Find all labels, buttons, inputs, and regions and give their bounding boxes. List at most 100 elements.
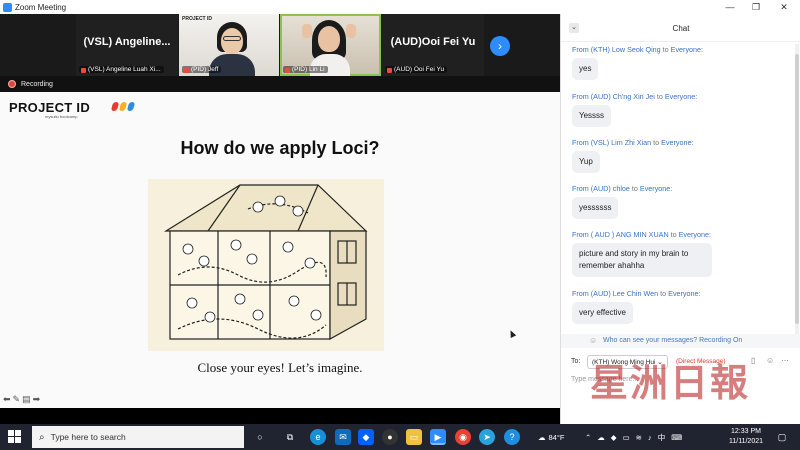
chat-title: Chat xyxy=(672,24,690,33)
shared-screen: PROJECT ID mysuitu bootcamp How do we ap… xyxy=(0,92,560,408)
recording-indicator: Recording xyxy=(0,76,560,92)
ime-indicator[interactable]: 中 xyxy=(658,432,666,443)
weather-temp: 84°F xyxy=(548,432,565,442)
message-sender: From (AUD) Lee Chin Wen to Everyone: xyxy=(572,289,701,298)
file-icon[interactable]: ▯ xyxy=(751,356,755,365)
slide-caption: Close your eyes! Let’s imagine. xyxy=(197,360,363,375)
taskbar-clock[interactable]: 12:33 PM 11/11/2021 xyxy=(724,427,768,447)
meeting-controls-bar xyxy=(0,408,560,424)
title-bar: Zoom Meeting — ❐ ✕ xyxy=(0,0,800,14)
edge-browser-icon[interactable]: e xyxy=(310,429,326,445)
person-hand xyxy=(302,24,312,38)
participant-tile-video[interactable]: PROJECT ID (PID) Jeff xyxy=(179,14,279,76)
message-sender: From (VSL) Lim Zhi Xian to Everyone: xyxy=(572,138,694,147)
search-placeholder: Type here to search xyxy=(50,432,126,442)
cortana-icon[interactable]: ○ xyxy=(252,429,268,445)
pencil-icon[interactable]: ✎ xyxy=(13,394,21,405)
close-icon[interactable]: ✕ xyxy=(770,0,798,14)
github-icon[interactable]: ● xyxy=(382,429,398,445)
battery-icon[interactable]: ▭ xyxy=(623,433,630,442)
wifi-icon[interactable]: ≋ xyxy=(636,433,642,442)
task-view-icon[interactable]: ⧉ xyxy=(282,429,298,445)
mail-icon[interactable]: ✉ xyxy=(335,429,351,445)
participant-tile[interactable]: (AUD)Ooi Fei Yu (AUD) Ooi Fei Yu xyxy=(382,14,484,76)
arrow-left-icon[interactable]: ⬅ xyxy=(3,394,11,405)
house-illustration xyxy=(148,179,384,351)
glasses-icon xyxy=(223,36,241,41)
background-logo: PROJECT ID xyxy=(182,16,213,22)
message-bubble: very effective xyxy=(572,302,633,324)
zoom-taskbar-icon[interactable]: ▶ xyxy=(430,429,446,445)
video-gallery: (VSL) Angeline... (VSL) Angeline Luah Xi… xyxy=(0,14,560,76)
participant-label: (AUD) Ooi Fei Yu xyxy=(385,66,448,73)
cloud-icon: ☁ xyxy=(538,432,546,442)
weather-widget[interactable]: ☁ 84°F xyxy=(538,424,564,450)
scrollbar-thumb[interactable] xyxy=(795,54,799,324)
chat-message: From (AUD) Lee Chin Wen to Everyone: ver… xyxy=(572,289,701,324)
slide-menu-icon[interactable]: ▤ xyxy=(22,394,31,405)
taskbar-search-box[interactable]: ⌕ Type here to search xyxy=(32,426,244,448)
chat-message: From (AUD) Ch'ng Xin Jei to Everyone: Ye… xyxy=(572,92,697,127)
participant-big-name: (AUD)Ooi Fei Yu xyxy=(390,36,476,48)
system-tray: ⌃ ☁ ◆ ▭ ≋ ♪ 中 ⌨ xyxy=(585,424,682,450)
chrome-icon[interactable]: ◉ xyxy=(455,429,471,445)
slide-logo: PROJECT ID xyxy=(9,100,91,115)
more-icon[interactable]: ⋯ xyxy=(781,356,789,365)
windows-start-icon[interactable] xyxy=(8,430,22,444)
onedrive-icon[interactable]: ☁ xyxy=(597,433,605,442)
logo-mark xyxy=(110,102,120,111)
mouse-cursor xyxy=(507,329,517,338)
arrow-right-icon[interactable]: ➡ xyxy=(33,394,41,405)
participant-label: (PID) Lin Li xyxy=(283,66,328,73)
dropbox-tray-icon[interactable]: ◆ xyxy=(611,433,617,442)
file-explorer-icon[interactable]: ▭ xyxy=(406,429,422,445)
message-bubble: yessssss xyxy=(572,197,619,219)
zoom-app-icon xyxy=(3,2,12,12)
person-hand xyxy=(346,24,356,38)
search-icon: ⌕ xyxy=(39,431,45,443)
house-drawing xyxy=(163,184,368,341)
message-bubble: Yup xyxy=(572,151,600,173)
participant-tile-video-active[interactable]: (PID) Lin Li xyxy=(280,14,381,76)
person-face xyxy=(221,28,243,54)
chat-header: ⌄ Chat xyxy=(561,14,800,42)
maximize-icon[interactable]: ❐ xyxy=(742,0,770,14)
telegram-icon[interactable]: ➤ xyxy=(479,429,495,445)
participant-big-name: (VSL) Angeline... xyxy=(83,36,171,48)
message-bubble: picture and story in my brain to remembe… xyxy=(572,243,712,277)
annotation-tools: ⬅ ✎ ▤ ➡ xyxy=(3,394,40,405)
participant-label: (PID) Jeff xyxy=(182,66,222,73)
clock-date: 11/11/2021 xyxy=(729,438,763,445)
message-sender: From ( AUD ) ANG MIN XUAN to Everyone: xyxy=(572,230,712,239)
person-face xyxy=(318,26,340,52)
chat-message: From ( AUD ) ANG MIN XUAN to Everyone: p… xyxy=(572,230,712,277)
recording-label: Recording xyxy=(21,80,53,88)
message-sender: From (KTH) Low Seok Qing to Everyone: xyxy=(572,45,704,54)
message-bubble: Yessss xyxy=(572,105,612,127)
message-sender: From (AUD) Ch'ng Xin Jei to Everyone: xyxy=(572,92,698,101)
minimize-icon[interactable]: — xyxy=(716,0,744,14)
chat-message: From (KTH) Low Seok Qing to Everyone: ye… xyxy=(572,45,703,80)
slide-logo-subtitle: mysuitu bootcamp xyxy=(45,114,78,119)
dropbox-icon[interactable]: ◆ xyxy=(358,429,374,445)
tray-chevron-icon[interactable]: ⌃ xyxy=(585,433,591,442)
recording-dot-icon xyxy=(8,80,16,88)
next-page-icon[interactable]: › xyxy=(490,36,510,56)
input-mode-icon[interactable]: ⌨ xyxy=(671,433,682,442)
who-can-see-link[interactable]: Who can see your messages? Recording On xyxy=(561,334,800,348)
chat-message: From (AUD) chloe to Everyone: yessssss xyxy=(572,184,672,219)
notifications-icon[interactable]: ▢ xyxy=(774,429,790,445)
participant-tile[interactable]: (VSL) Angeline... (VSL) Angeline Luah Xi… xyxy=(76,14,178,76)
chat-scrollbar[interactable] xyxy=(795,44,799,334)
to-label: To: xyxy=(571,358,581,365)
participant-label: (VSL) Angeline Luah Xi... xyxy=(79,66,164,73)
clock-time: 12:33 PM xyxy=(731,428,761,435)
help-icon[interactable]: ? xyxy=(504,429,520,445)
emoji-icon[interactable]: ☺ xyxy=(766,356,774,365)
chat-message: From (VSL) Lim Zhi Xian to Everyone: Yup xyxy=(572,138,693,173)
window-title: Zoom Meeting xyxy=(15,2,67,12)
logo-mark xyxy=(118,102,128,111)
message-sender: From (AUD) chloe to Everyone: xyxy=(572,184,673,193)
volume-icon[interactable]: ♪ xyxy=(648,433,652,442)
newspaper-watermark: 星洲日報 xyxy=(590,360,751,405)
